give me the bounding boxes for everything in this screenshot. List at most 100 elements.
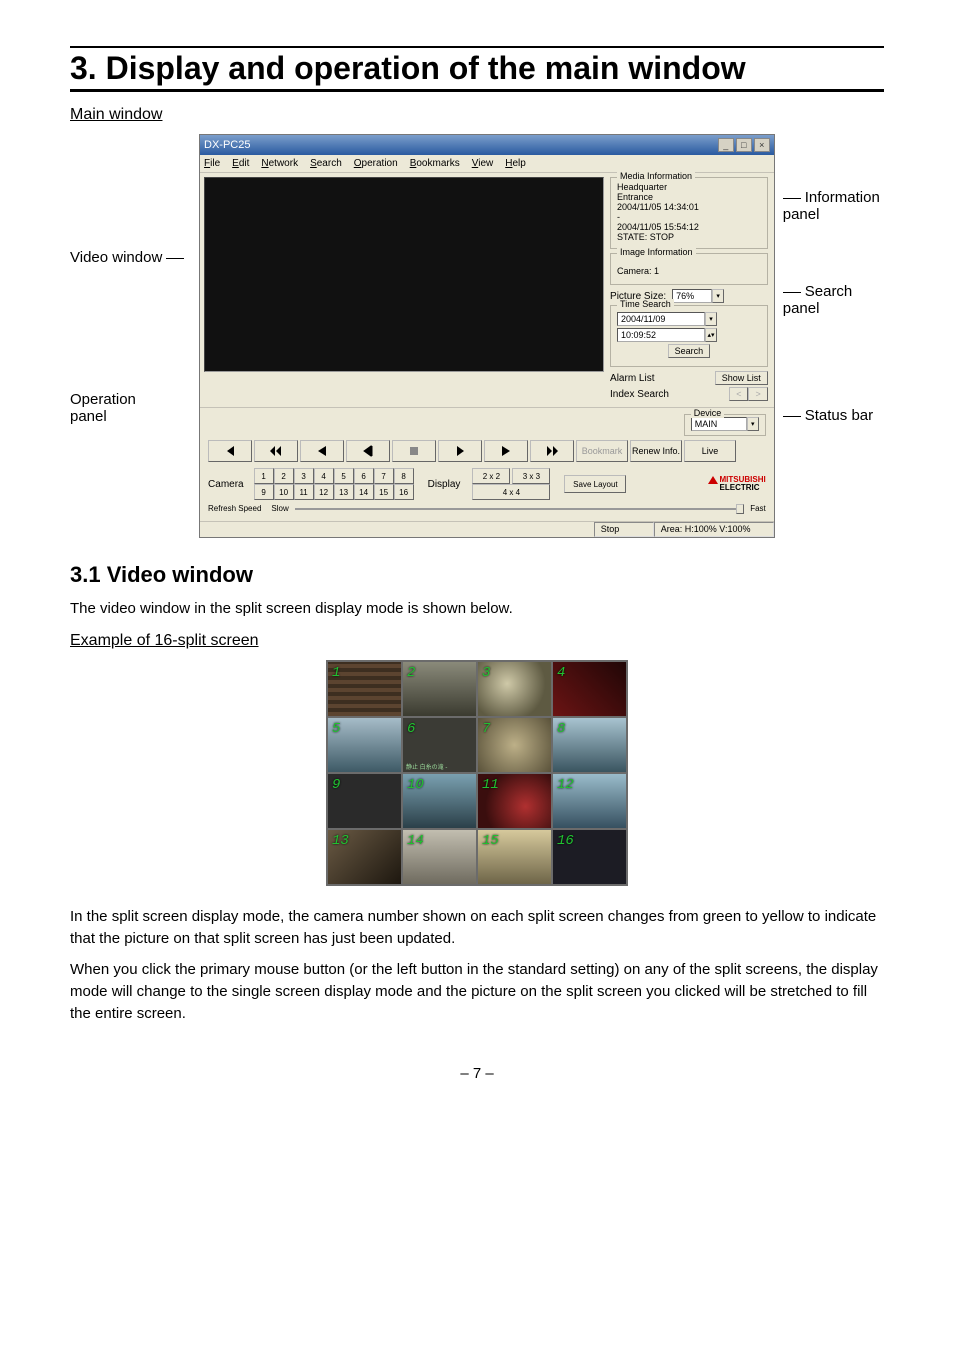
menu-bookmarks[interactable]: Bookmarks: [410, 158, 460, 169]
display-2x2-button[interactable]: 2 x 2: [472, 468, 510, 484]
refresh-speed-slider[interactable]: [295, 508, 744, 510]
skip-back-button[interactable]: [208, 440, 252, 462]
picture-size-dropdown[interactable]: ▾: [712, 289, 724, 303]
time-input[interactable]: 10:09:52: [617, 328, 705, 342]
camera-btn-12[interactable]: 12: [314, 484, 334, 500]
ffwd-button[interactable]: [530, 440, 574, 462]
fast-label: Fast: [750, 504, 766, 513]
status-bar: Stop Area: H:100% V:100%: [200, 521, 774, 537]
play-button[interactable]: [484, 440, 528, 462]
camera-btn-6[interactable]: 6: [354, 468, 374, 484]
split-cell: 4: [552, 661, 627, 717]
picture-size-input[interactable]: 76%: [672, 289, 712, 303]
stop-button[interactable]: [392, 440, 436, 462]
renew-info-button[interactable]: Renew Info.: [630, 440, 682, 462]
media-info-line: -: [617, 212, 761, 222]
close-button[interactable]: ×: [754, 138, 770, 152]
app-window: DX-PC25 _ □ × FFileile Edit Network Sear…: [199, 134, 775, 538]
time-search-legend: Time Search: [617, 299, 674, 309]
camera-btn-2[interactable]: 2: [274, 468, 294, 484]
camera-btn-14[interactable]: 14: [354, 484, 374, 500]
time-search-group: Time Search 2004/11/09▾ 10:09:52▴▾ Searc…: [610, 305, 768, 367]
label-operation-panel: Operation panel: [70, 391, 199, 425]
label-search-panel: Search panel: [783, 283, 884, 317]
camera-btn-16[interactable]: 16: [394, 484, 414, 500]
split-cell: 12: [552, 773, 627, 829]
media-info-line: 2004/11/05 15:54:12: [617, 222, 761, 232]
time-stepper[interactable]: ▴▾: [705, 328, 717, 342]
index-next-button[interactable]: >: [748, 387, 767, 401]
split-cell: 7: [477, 717, 552, 773]
index-prev-button[interactable]: <: [729, 387, 748, 401]
play-back-button[interactable]: [300, 440, 344, 462]
main-window-label: Main window: [70, 106, 884, 124]
display-3x3-button[interactable]: 3 x 3: [512, 468, 550, 484]
camera-btn-11[interactable]: 11: [294, 484, 314, 500]
video-area[interactable]: [204, 177, 604, 372]
menu-search[interactable]: Search: [310, 158, 342, 169]
live-button[interactable]: Live: [684, 440, 736, 462]
menu-network[interactable]: Network: [261, 158, 298, 169]
camera-btn-9[interactable]: 9: [254, 484, 274, 500]
maximize-button[interactable]: □: [736, 138, 752, 152]
slow-label: Slow: [271, 504, 288, 513]
menu-view[interactable]: View: [472, 158, 494, 169]
camera-btn-10[interactable]: 10: [274, 484, 294, 500]
camera-btn-8[interactable]: 8: [394, 468, 414, 484]
date-input[interactable]: 2004/11/09: [617, 312, 705, 326]
device-legend: Device: [691, 408, 725, 418]
media-info-line: Entrance: [617, 192, 761, 202]
camera-label: Camera: 1: [617, 266, 761, 276]
minimize-button[interactable]: _: [718, 138, 734, 152]
menu-edit[interactable]: Edit: [232, 158, 249, 169]
split16-example: 1 2 3 4 5 6静止 白糸の滝 - 7 8 9 10 11 12 13 1…: [326, 660, 628, 886]
device-group: Device MAIN▾: [684, 414, 766, 436]
camera-btn-5[interactable]: 5: [334, 468, 354, 484]
window-title: DX-PC25: [204, 139, 716, 151]
split-cell: 8: [552, 717, 627, 773]
image-info-legend: Image Information: [617, 247, 696, 257]
label-video-window: Video window: [70, 249, 199, 266]
paragraph-1: In the split screen display mode, the ca…: [70, 906, 884, 950]
show-list-button[interactable]: Show List: [715, 371, 768, 385]
split-cell: 1: [327, 661, 402, 717]
rewind-button[interactable]: [254, 440, 298, 462]
refresh-speed-label: Refresh Speed: [208, 504, 261, 513]
rule-top: [70, 46, 884, 48]
mitsubishi-logo: MITSUBISHI ELECTRIC: [708, 476, 766, 492]
menu-help[interactable]: Help: [505, 158, 526, 169]
camera-btn-15[interactable]: 15: [374, 484, 394, 500]
bookmark-button[interactable]: Bookmark: [576, 440, 628, 462]
device-dropdown[interactable]: ▾: [747, 417, 759, 431]
date-dropdown[interactable]: ▾: [705, 312, 717, 326]
save-layout-button[interactable]: Save Layout: [564, 475, 626, 493]
split-cell: 15: [477, 829, 552, 885]
split-cell: 2: [402, 661, 477, 717]
split-cell: 9: [327, 773, 402, 829]
search-button[interactable]: Search: [668, 344, 711, 358]
camera-btn-7[interactable]: 7: [374, 468, 394, 484]
step-fwd-button[interactable]: [438, 440, 482, 462]
camera-btn-3[interactable]: 3: [294, 468, 314, 484]
menu-operation[interactable]: Operation: [354, 158, 398, 169]
camera-btn-1[interactable]: 1: [254, 468, 274, 484]
status-left: Stop: [594, 522, 654, 537]
media-info-legend: Media Information: [617, 171, 695, 181]
media-info-group: Media Information Headquarter Entrance 2…: [610, 177, 768, 249]
page-number: – 7 –: [70, 1065, 884, 1082]
camera-btn-13[interactable]: 13: [334, 484, 354, 500]
titlebar[interactable]: DX-PC25 _ □ ×: [200, 135, 774, 155]
camera-btn-4[interactable]: 4: [314, 468, 334, 484]
split-cell: 14: [402, 829, 477, 885]
step-back-button[interactable]: [346, 440, 390, 462]
display-4x4-button[interactable]: 4 x 4: [472, 484, 550, 500]
media-info-line: STATE: STOP: [617, 232, 761, 242]
example-label: Example of 16-split screen: [70, 632, 884, 650]
index-search-label: Index Search: [610, 389, 669, 400]
device-select[interactable]: MAIN: [691, 417, 747, 431]
label-status-bar: Status bar: [783, 407, 884, 424]
split-cell: 3: [477, 661, 552, 717]
rule-bottom: [70, 89, 884, 92]
menu-file[interactable]: FFileile: [204, 158, 220, 169]
alarm-list-label: Alarm List: [610, 373, 654, 384]
